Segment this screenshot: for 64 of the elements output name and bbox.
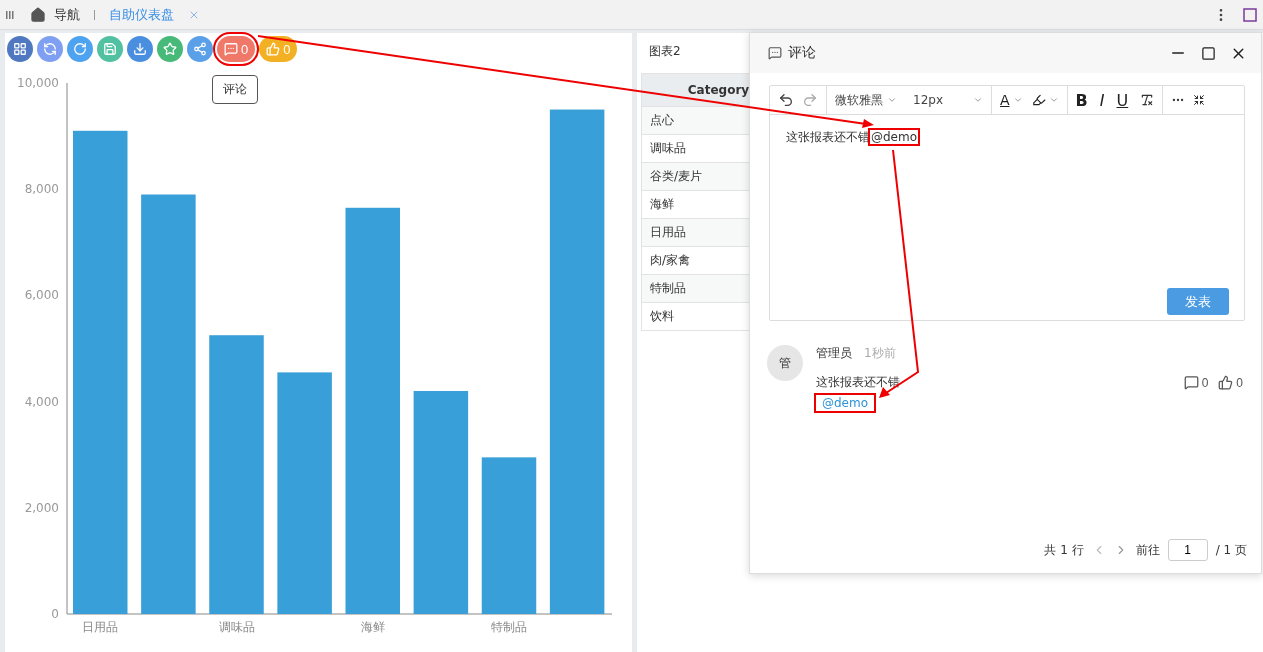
comment-icon xyxy=(224,42,238,56)
page-count: / 1 页 xyxy=(1215,541,1247,559)
download-icon xyxy=(133,42,147,56)
clear-format-icon[interactable] xyxy=(1140,93,1155,107)
grid-icon xyxy=(13,42,27,56)
comment-text: 这张报表还不错 xyxy=(816,374,901,391)
y-tick-label: 4,000 xyxy=(24,394,59,409)
panel-title: 图表2 xyxy=(649,43,681,60)
save-icon xyxy=(103,42,117,56)
comment-time: 1秒前 xyxy=(864,345,896,362)
avatar: 管 xyxy=(767,345,803,381)
thumbs-up-icon xyxy=(266,42,281,56)
star-button[interactable] xyxy=(157,36,183,62)
caret-icon xyxy=(1048,95,1059,105)
y-tick-label: 10,000 xyxy=(17,76,59,90)
caret-icon xyxy=(1012,95,1023,105)
x-tick-label: 海鲜 xyxy=(360,620,385,634)
tooltip: 评论 xyxy=(212,75,258,104)
maximize-icon[interactable] xyxy=(1201,45,1216,61)
mention-tag: @demo xyxy=(870,130,919,144)
mention-link[interactable]: @demo xyxy=(816,395,875,411)
underline-button[interactable]: U xyxy=(1116,90,1129,110)
star-icon xyxy=(163,42,177,56)
total-count: 共 1 行 xyxy=(1044,541,1084,559)
x-tick-label: 日用品 xyxy=(82,620,119,634)
window-icon[interactable] xyxy=(1243,7,1257,22)
sync-button[interactable] xyxy=(37,36,63,62)
italic-button[interactable]: I xyxy=(1099,90,1105,110)
save-button[interactable] xyxy=(97,36,123,62)
undo-icon[interactable] xyxy=(778,92,794,108)
sync-icon xyxy=(43,42,57,56)
download-button[interactable] xyxy=(127,36,153,62)
grid-button[interactable] xyxy=(7,36,33,62)
share-icon xyxy=(193,42,207,56)
highlighter-icon[interactable] xyxy=(1031,93,1046,107)
author-name: 管理员 xyxy=(816,345,852,362)
collapse-icon[interactable] xyxy=(1193,94,1206,106)
goto-label: 前往 xyxy=(1135,541,1160,559)
page-input[interactable]: 1 xyxy=(1167,539,1208,561)
menu-icon[interactable] xyxy=(6,9,14,20)
y-tick-label: 8,000 xyxy=(24,182,59,197)
reply-button[interactable]: 0 xyxy=(1181,375,1211,390)
refresh-icon xyxy=(73,42,87,56)
font-select[interactable]: 微软雅黑 xyxy=(835,91,883,109)
caret-icon xyxy=(887,95,897,105)
dialog-title: 评论 xyxy=(788,44,816,62)
redo-icon[interactable] xyxy=(802,92,818,108)
share-button[interactable] xyxy=(187,36,213,62)
size-select[interactable]: 12px xyxy=(913,93,943,107)
bold-button[interactable]: B xyxy=(1075,90,1088,110)
x-tick-label: 调味品 xyxy=(218,620,255,634)
like-button[interactable]: 0 xyxy=(1216,375,1245,390)
x-tick-label: 特制品 xyxy=(491,620,527,634)
comment-icon xyxy=(1183,375,1199,390)
home-icon[interactable] xyxy=(30,6,46,23)
y-tick-label: 2,000 xyxy=(24,500,59,515)
font-color-button[interactable]: A xyxy=(1000,92,1010,108)
refresh-button[interactable] xyxy=(67,36,93,62)
caret-icon xyxy=(973,95,983,105)
comment-icon xyxy=(768,46,782,60)
y-tick-label: 6,000 xyxy=(24,288,59,303)
nav-label[interactable]: 导航 xyxy=(54,5,80,24)
y-tick-label: 0 xyxy=(51,607,59,621)
thumbs-up-icon xyxy=(1218,375,1234,390)
